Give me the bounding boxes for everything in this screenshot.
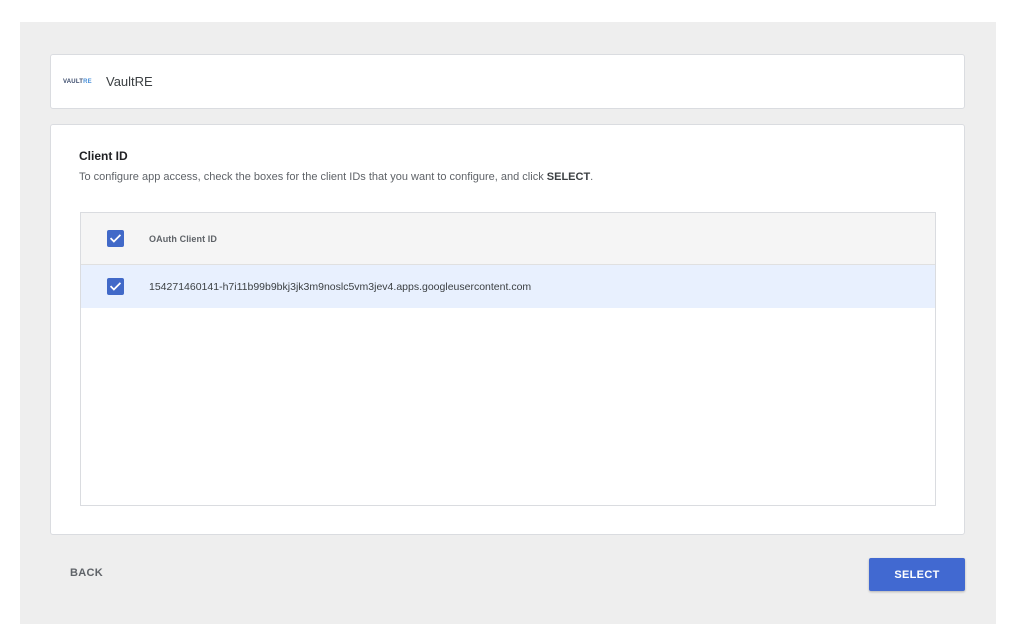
- description-bold: SELECT: [546, 171, 591, 183]
- header-checkbox-cell: [81, 230, 149, 247]
- back-button[interactable]: BACK: [70, 567, 103, 579]
- app-logo: VAULT RE: [63, 77, 97, 87]
- app-card: VAULT RE VaultRE: [50, 54, 965, 109]
- row-checkbox-cell: [81, 278, 149, 295]
- logo-text-re: RE: [83, 78, 92, 85]
- client-id-card: Client ID To configure app access, check…: [50, 124, 965, 535]
- section-description: To configure app access, check the boxes…: [79, 171, 593, 183]
- checkbox-checked-icon: [109, 234, 121, 243]
- select-all-checkbox[interactable]: [106, 230, 124, 247]
- logo-text-vault: VAULT: [63, 78, 84, 85]
- table-header-row: OAuth Client ID: [81, 213, 935, 265]
- table-row[interactable]: 154271460141-h7i11b99b9bkj3jk3m9noslc5vm…: [81, 265, 935, 308]
- checkbox-checked-icon: [109, 282, 121, 291]
- section-title: Client ID: [79, 149, 128, 163]
- description-suffix: .: [590, 171, 594, 183]
- app-name: VaultRE: [106, 74, 153, 89]
- client-id-value: 154271460141-h7i11b99b9bkj3jk3m9noslc5vm…: [149, 280, 532, 293]
- column-header-oauth-client-id[interactable]: OAuth Client ID: [149, 234, 217, 244]
- select-button[interactable]: SELECT: [869, 558, 965, 591]
- row-checkbox[interactable]: [106, 278, 124, 295]
- client-id-table: OAuth Client ID 154271460141-h7i11b99b9b…: [80, 212, 936, 506]
- page-canvas: VAULT RE VaultRE Client ID To configure a…: [20, 22, 996, 624]
- description-prefix: To configure app access, check the boxes…: [79, 171, 547, 183]
